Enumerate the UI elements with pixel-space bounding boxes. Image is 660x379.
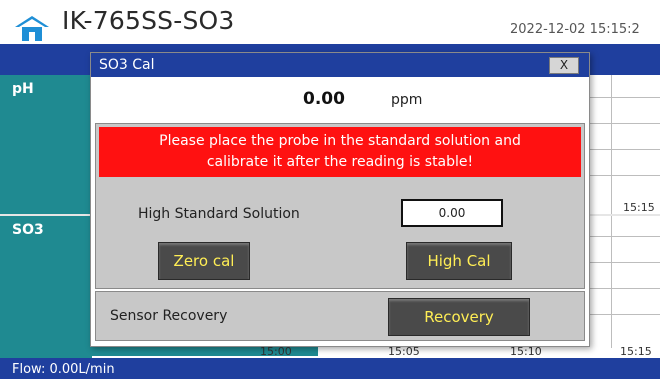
- grid-line: [586, 236, 660, 237]
- notice-line-2: calibrate it after the reading is stable…: [206, 154, 474, 170]
- so3-label: SO3: [12, 222, 44, 238]
- grid-line: [586, 123, 660, 124]
- x-tick-label: 15:15: [620, 345, 652, 358]
- so3-panel[interactable]: SO3: [0, 216, 92, 358]
- high-standard-input[interactable]: 0.00: [401, 199, 503, 227]
- close-button[interactable]: X: [549, 57, 579, 74]
- top-time-label: 15:15: [623, 201, 655, 214]
- notice-line-1: Please place the probe in the standard s…: [159, 133, 521, 149]
- app-screen: IK-765SS-SO3 2022-12-02 15:15:2 pH SO3 1…: [0, 0, 660, 379]
- flow-status: Flow: 0.00L/min: [12, 362, 115, 377]
- status-footer: Flow: 0.00L/min: [0, 358, 660, 379]
- grid-line: [586, 175, 660, 176]
- sensor-recovery-label: Sensor Recovery: [110, 308, 228, 324]
- reading-unit: ppm: [391, 92, 423, 108]
- calibration-section: Please place the probe in the standard s…: [95, 123, 585, 289]
- recovery-button[interactable]: Recovery: [388, 298, 530, 336]
- grid-line: [611, 75, 612, 215]
- high-standard-label: High Standard Solution: [138, 206, 300, 222]
- so3-cal-dialog: SO3 Cal X 0.00 ppm Please place the prob…: [90, 52, 590, 347]
- grid-line: [586, 149, 660, 150]
- calibration-notice: Please place the probe in the standard s…: [99, 127, 581, 177]
- reading-value: 0.00: [303, 89, 345, 109]
- recovery-section: Sensor Recovery Recovery: [95, 291, 585, 341]
- dialog-title: SO3 Cal: [99, 57, 155, 73]
- zero-cal-button[interactable]: Zero cal: [158, 242, 250, 280]
- grid-line: [586, 262, 660, 263]
- title-bar: IK-765SS-SO3 2022-12-02 15:15:2: [0, 0, 660, 44]
- app-title: IK-765SS-SO3: [62, 6, 235, 35]
- reading-row: 0.00 ppm: [91, 89, 589, 113]
- dialog-title-bar: SO3 Cal: [91, 53, 589, 77]
- grid-line: [611, 216, 612, 348]
- high-cal-button[interactable]: High Cal: [406, 242, 512, 280]
- ph-panel[interactable]: pH: [0, 75, 92, 215]
- grid-line: [586, 288, 660, 289]
- grid-line: [586, 97, 660, 98]
- timestamp: 2022-12-02 15:15:2: [510, 22, 640, 37]
- ph-label: pH: [12, 81, 34, 97]
- home-icon[interactable]: [14, 15, 50, 41]
- grid-line: [586, 314, 660, 315]
